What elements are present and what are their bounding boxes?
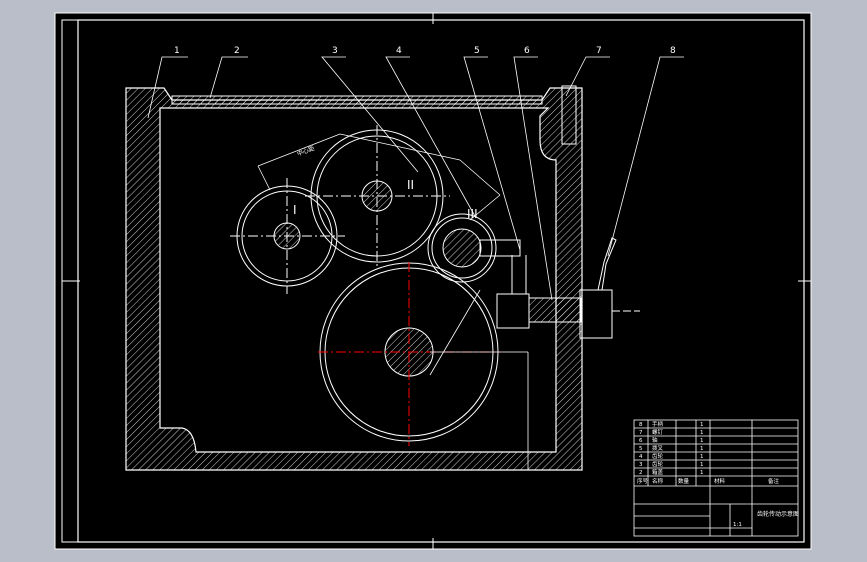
parts-row-2-name: 箱盖 [652, 468, 664, 476]
parts-row-5-index: 5 [639, 446, 643, 452]
balloon-1: 1 [174, 46, 180, 56]
balloon-6: 6 [524, 46, 530, 56]
parts-row-6-qty: 1 [700, 438, 704, 444]
parts-row-4-name: 齿轮 [652, 452, 664, 460]
parts-header-name: 名称 [652, 477, 664, 485]
parts-row-4-index: 4 [639, 454, 643, 460]
parts-row-3-name: 齿轮 [652, 460, 664, 468]
parts-header-material: 材料 [714, 477, 726, 485]
shaft-label-3: III [467, 207, 478, 221]
parts-row-7-qty: 1 [700, 430, 704, 436]
drawing-viewer: 中心距 I II III 1 2 3 4 5 6 7 8 8 手柄 1 7 螺钉… [54, 12, 812, 550]
parts-header-qty: 数量 [678, 477, 690, 485]
drawing-scale: 1:1 [733, 522, 742, 528]
parts-row-7-name: 螺钉 [652, 428, 664, 436]
parts-row-2-qty: 1 [700, 470, 704, 476]
parts-row-7-index: 7 [639, 430, 643, 436]
parts-row-5-qty: 1 [700, 446, 704, 452]
parts-header-note: 备注 [768, 477, 780, 485]
parts-row-5-name: 拨叉 [652, 444, 664, 452]
parts-row-8-index: 8 [639, 422, 643, 428]
balloon-7: 7 [596, 46, 602, 56]
balloon-3: 3 [332, 46, 338, 56]
parts-row-6-index: 6 [639, 438, 643, 444]
balloon-4: 4 [396, 46, 402, 56]
parts-row-3-index: 3 [639, 462, 643, 468]
shaft-label-1: I [293, 203, 297, 217]
parts-row-8-qty: 1 [700, 422, 704, 428]
parts-row-6-name: 轴 [652, 436, 658, 444]
balloon-2: 2 [234, 46, 240, 56]
housing-cover [171, 95, 543, 105]
balloon-8: 8 [670, 46, 676, 56]
shaft-label-2: II [407, 178, 414, 192]
drawing-title: 齿轮传动示意图 [757, 510, 799, 518]
parts-header-index: 序号 [637, 477, 649, 485]
parts-row-8-name: 手柄 [652, 420, 664, 428]
balloon-5: 5 [474, 46, 480, 56]
parts-row-3-qty: 1 [700, 462, 704, 468]
parts-row-4-qty: 1 [700, 454, 704, 460]
parts-row-2-index: 2 [639, 470, 643, 476]
